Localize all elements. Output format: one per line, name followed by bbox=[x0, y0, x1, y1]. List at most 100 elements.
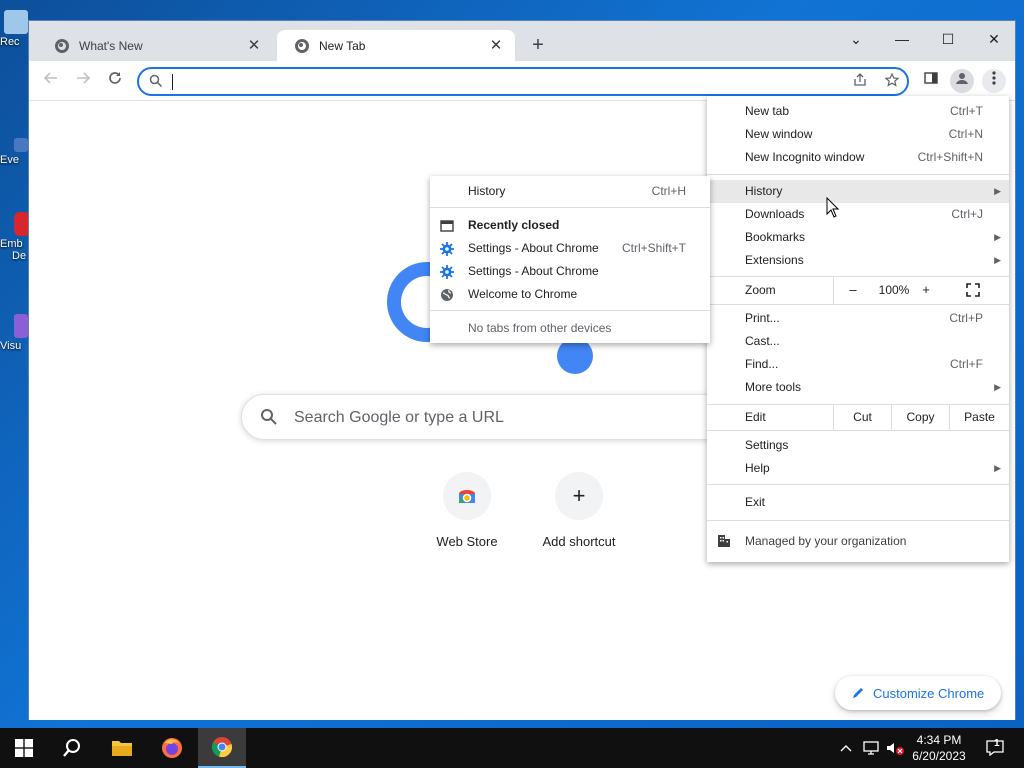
desktop-icon-sublabel: De bbox=[12, 250, 27, 262]
shortcut-web-store[interactable]: Web Store bbox=[411, 472, 523, 549]
globe-icon bbox=[441, 289, 453, 301]
reload-button[interactable] bbox=[103, 69, 127, 93]
taskbar-search-button[interactable] bbox=[48, 728, 96, 768]
no-tabs-label: No tabs from other devices bbox=[468, 321, 612, 335]
menu-item-label: Help bbox=[745, 461, 770, 475]
menu-separator bbox=[707, 430, 1009, 431]
taskbar-chrome[interactable] bbox=[198, 728, 246, 768]
menu-item-label: New Incognito window bbox=[745, 150, 865, 164]
shortcut-add[interactable]: + Add shortcut bbox=[523, 472, 635, 549]
windows-logo-icon bbox=[15, 739, 33, 757]
shortcut-label: Add shortcut bbox=[542, 534, 616, 549]
menu-item-label: Cast... bbox=[745, 334, 780, 348]
menu-item-help[interactable]: Help ▶ bbox=[707, 457, 1009, 480]
desktop-icon-recycle-bin[interactable]: Rec bbox=[0, 10, 30, 48]
edit-label: Edit bbox=[745, 410, 766, 424]
history-entry-label: Welcome to Chrome bbox=[468, 287, 578, 301]
menu-item-bookmarks[interactable]: Bookmarks ▶ bbox=[707, 226, 1009, 249]
taskbar: 4:34 PM 6/20/2023 1 bbox=[0, 728, 1024, 768]
tab-new-tab[interactable]: New Tab ✕ bbox=[277, 30, 515, 61]
share-icon[interactable] bbox=[851, 73, 869, 91]
chrome-menu-button[interactable] bbox=[982, 69, 1006, 93]
menu-item-history[interactable]: History ▶ bbox=[707, 180, 1009, 203]
tab-title: What's New bbox=[79, 38, 143, 53]
menu-item-shortcut: Ctrl+H bbox=[651, 184, 686, 198]
menu-item-new-window[interactable]: New window Ctrl+N bbox=[707, 123, 1009, 146]
menu-item-new-tab[interactable]: New tab Ctrl+T bbox=[707, 100, 1009, 123]
shortcut-label: Web Store bbox=[436, 534, 498, 549]
desktop-icon-label: Eve bbox=[0, 154, 19, 166]
desktop-icon-3[interactable]: Emb De bbox=[0, 212, 30, 262]
menu-item-settings[interactable]: Settings bbox=[707, 434, 1009, 457]
person-icon bbox=[956, 73, 968, 84]
desktop-icon-4[interactable]: Visu bbox=[0, 314, 30, 352]
minimize-button[interactable]: — bbox=[879, 25, 925, 53]
network-icon[interactable] bbox=[860, 728, 882, 768]
managed-by-org[interactable]: Managed by your organization bbox=[707, 528, 1009, 554]
history-entry-label: Settings - About Chrome bbox=[468, 264, 599, 278]
menu-zoom-row: Zoom – 100% + bbox=[707, 276, 1009, 304]
forward-button[interactable] bbox=[71, 69, 95, 93]
tab-search-button[interactable]: ⌄ bbox=[833, 25, 879, 53]
menu-item-label: History bbox=[468, 184, 506, 198]
start-button[interactable] bbox=[0, 728, 48, 768]
building-icon bbox=[718, 535, 730, 547]
desktop-icon-2[interactable]: Eve bbox=[0, 138, 30, 166]
zoom-out-button[interactable]: – bbox=[846, 276, 860, 304]
menu-item-downloads[interactable]: Downloads Ctrl+J bbox=[707, 203, 1009, 226]
menu-item-shortcut: Ctrl+F bbox=[950, 357, 983, 371]
zoom-in-button[interactable]: + bbox=[918, 276, 934, 304]
menu-item-extensions[interactable]: Extensions ▶ bbox=[707, 249, 1009, 272]
recently-closed-header: Recently closed bbox=[430, 214, 710, 237]
tab-whats-new[interactable]: What's New ✕ bbox=[37, 30, 273, 61]
history-item-history[interactable]: History Ctrl+H bbox=[430, 180, 710, 203]
chrome-favicon-icon bbox=[295, 38, 309, 53]
menu-item-exit[interactable]: Exit bbox=[707, 491, 1009, 514]
action-center-button[interactable]: 1 bbox=[980, 728, 1010, 768]
tray-show-hidden-icon[interactable] bbox=[836, 728, 856, 768]
tab-close-icon[interactable]: ✕ bbox=[487, 37, 505, 55]
menu-item-new-incognito[interactable]: New Incognito window Ctrl+Shift+N bbox=[707, 146, 1009, 169]
bookmark-star-icon[interactable] bbox=[883, 72, 901, 91]
menu-item-more-tools[interactable]: More tools ▶ bbox=[707, 376, 1009, 399]
tab-close-icon[interactable]: ✕ bbox=[245, 37, 263, 55]
folder-icon bbox=[112, 741, 132, 756]
fullscreen-icon[interactable] bbox=[966, 283, 980, 297]
menu-item-cast[interactable]: Cast... bbox=[707, 330, 1009, 353]
clock-date: 6/20/2023 bbox=[912, 749, 966, 763]
taskbar-file-explorer[interactable] bbox=[98, 728, 146, 768]
close-window-button[interactable]: ✕ bbox=[971, 25, 1017, 53]
taskbar-firefox[interactable] bbox=[148, 728, 196, 768]
back-arrow-icon bbox=[43, 72, 57, 84]
maximize-button[interactable]: ☐ bbox=[925, 25, 971, 53]
omnibox[interactable] bbox=[137, 67, 909, 96]
menu-separator bbox=[707, 304, 1009, 305]
customize-chrome-button[interactable]: Customize Chrome bbox=[835, 676, 1001, 710]
paste-button[interactable]: Paste bbox=[949, 404, 1009, 430]
back-button[interactable] bbox=[39, 69, 63, 93]
history-entry-shortcut: Ctrl+Shift+T bbox=[621, 241, 686, 255]
volume-muted-icon[interactable] bbox=[884, 728, 906, 768]
taskbar-clock[interactable]: 4:34 PM 6/20/2023 bbox=[904, 732, 974, 764]
zoom-value: 100% bbox=[878, 283, 910, 297]
omnibox-input[interactable] bbox=[173, 71, 813, 93]
side-panel-button[interactable] bbox=[919, 69, 943, 93]
menu-item-shortcut: Ctrl+Shift+N bbox=[917, 150, 983, 164]
menu-item-find[interactable]: Find... Ctrl+F bbox=[707, 353, 1009, 376]
profile-button[interactable] bbox=[950, 69, 974, 93]
search-icon bbox=[63, 739, 80, 757]
menu-item-print[interactable]: Print... Ctrl+P bbox=[707, 307, 1009, 330]
history-entry[interactable]: Settings - About Chrome bbox=[430, 260, 710, 283]
menu-item-shortcut: Ctrl+J bbox=[951, 207, 983, 221]
copy-button[interactable]: Copy bbox=[891, 404, 949, 430]
managed-label: Managed by your organization bbox=[745, 534, 907, 548]
menu-edit-row: Edit Cut Copy Paste bbox=[707, 404, 1009, 430]
cut-button[interactable]: Cut bbox=[833, 404, 891, 430]
new-tab-button[interactable]: + bbox=[527, 35, 549, 57]
history-entry[interactable]: Welcome to Chrome bbox=[430, 283, 710, 306]
menu-item-label: Exit bbox=[745, 495, 766, 509]
kebab-menu-icon bbox=[992, 71, 996, 85]
menu-item-label: Settings bbox=[745, 438, 789, 452]
ntp-search-box[interactable]: Search Google or type a URL bbox=[241, 394, 741, 440]
history-entry[interactable]: Settings - About Chrome Ctrl+Shift+T bbox=[430, 237, 710, 260]
